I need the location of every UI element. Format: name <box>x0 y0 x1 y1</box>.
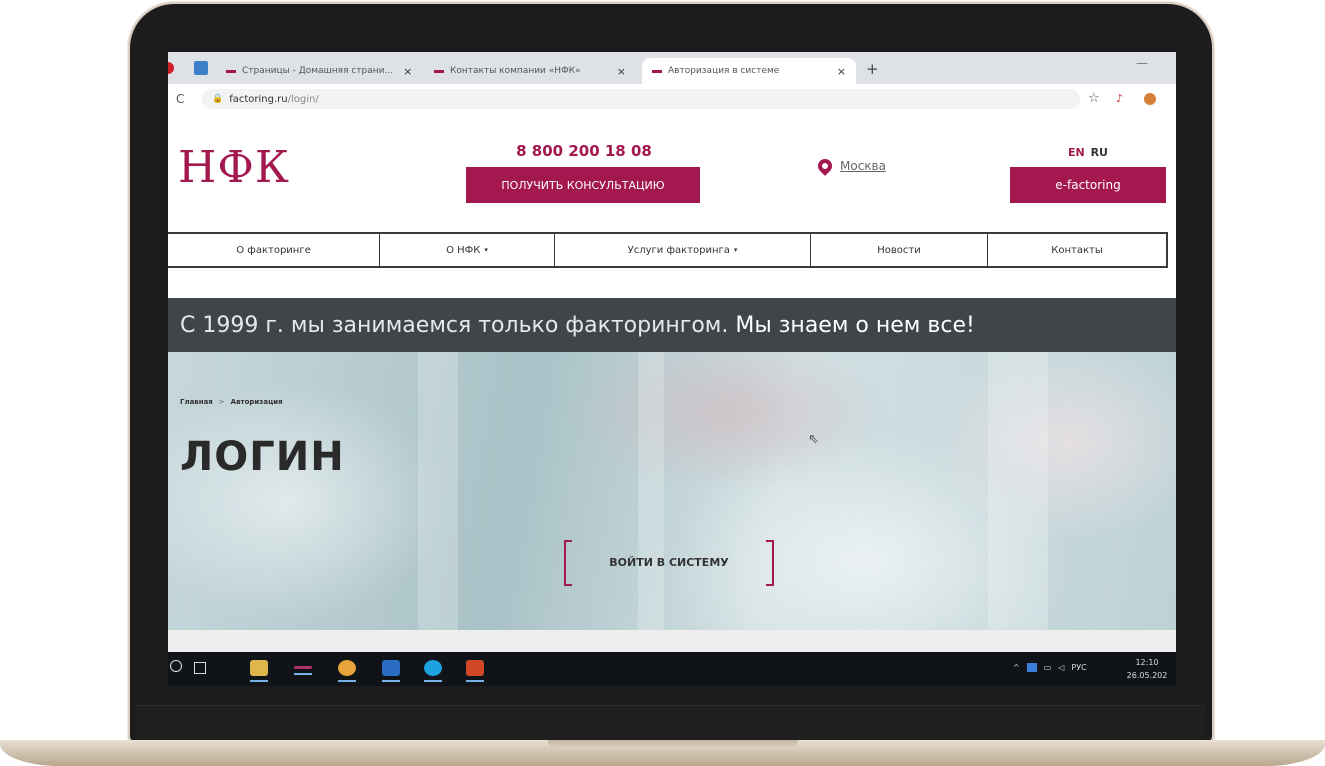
main-nav: О факторинге О НФК ▾ Услуги факторинга ▾… <box>168 232 1168 268</box>
chevron-down-icon: ▾ <box>733 246 738 254</box>
powerpoint-icon[interactable] <box>466 660 484 682</box>
breadcrumb-separator: > <box>218 398 225 406</box>
keyboard-language[interactable]: РУС <box>1071 663 1086 672</box>
tab-close-icon[interactable]: × <box>393 65 412 78</box>
outlook-icon[interactable] <box>382 660 400 682</box>
hero-background <box>988 352 1048 630</box>
hero-background <box>638 352 664 630</box>
browser-tab-contacts[interactable]: Контакты компании «НФК» × <box>424 58 636 84</box>
tab-title: Контакты компании «НФК» <box>450 66 581 76</box>
lang-en[interactable]: EN <box>1068 146 1085 159</box>
nav-label: О факторинге <box>236 244 311 256</box>
page-title: ЛОГИН <box>180 434 345 480</box>
tray-expand-icon[interactable]: ^ <box>1013 663 1020 672</box>
login-button[interactable]: ВОЙТИ В СИСТЕМУ <box>564 540 774 586</box>
nav-item-news[interactable]: Новости <box>811 234 988 266</box>
browser-tab-pages[interactable]: Страницы - Домашняя страни... × <box>216 58 414 84</box>
nav-label: Новости <box>877 244 921 256</box>
reload-icon[interactable]: C <box>176 92 184 106</box>
tab-favicon-icon <box>434 69 444 73</box>
tab-close-icon[interactable]: × <box>827 65 846 78</box>
city-link[interactable]: Москва <box>840 159 886 173</box>
browser-addressbar: C 🔒 factoring.ru/login/ ☆ ♪ <box>168 84 1176 115</box>
breadcrumb: Главная > Авторизация <box>180 398 283 406</box>
efactoring-button[interactable]: e-factoring <box>1010 167 1166 203</box>
phone-number[interactable]: 8 800 200 18 08 <box>468 142 700 160</box>
volume-icon[interactable]: ◁ <box>1058 663 1064 672</box>
nav-item-about-factoring[interactable]: О факторинге <box>168 234 380 266</box>
clock-date: 26.05.202 <box>1126 671 1168 680</box>
file-explorer-icon[interactable] <box>250 660 268 682</box>
city-selector[interactable]: Москва <box>815 156 886 176</box>
os-taskbar: ^ ▭ ◁ РУС 12:10 26.05.202 <box>168 652 1176 686</box>
tab-favicon-icon <box>652 69 662 73</box>
laptop-notch <box>548 740 798 749</box>
taskbar-search-icon[interactable] <box>170 660 182 672</box>
lang-ru[interactable]: RU <box>1091 146 1108 159</box>
slogan-text: С 1999 г. мы занимаемся только факторинг… <box>180 312 729 338</box>
extension-icon[interactable]: ♪ <box>1116 92 1123 105</box>
nav-label: Контакты <box>1051 244 1103 256</box>
site-header: НФК 8 800 200 18 08 ПОЛУЧИТЬ КОНСУЛЬТАЦИ… <box>168 114 1176 229</box>
task-view-icon[interactable] <box>194 662 206 674</box>
url-host: factoring.ru <box>229 93 288 105</box>
tab-close-icon[interactable]: × <box>607 65 626 78</box>
mouse-cursor-icon: ⇖ <box>808 432 819 447</box>
page-footer-strip <box>168 630 1176 652</box>
tab-title: Страницы - Домашняя страни... <box>242 66 394 76</box>
skype-icon[interactable] <box>424 660 442 682</box>
chrome-icon[interactable] <box>338 660 356 682</box>
location-pin-icon <box>815 156 835 176</box>
browser-tab-login[interactable]: Авторизация в системе × <box>642 58 856 84</box>
breadcrumb-home[interactable]: Главная <box>180 398 213 406</box>
nav-label: О НФК <box>446 244 481 256</box>
window-minimize-button[interactable]: — <box>1136 56 1148 70</box>
hero-background <box>418 352 458 630</box>
nav-item-contacts[interactable]: Контакты <box>988 234 1166 266</box>
profile-avatar[interactable] <box>1144 93 1156 105</box>
new-tab-button[interactable]: + <box>866 60 879 78</box>
clock-time: 12:10 <box>1135 658 1159 667</box>
lock-icon: 🔒 <box>212 94 224 104</box>
breadcrumb-current: Авторизация <box>230 398 283 406</box>
bookmark-star-icon[interactable]: ☆ <box>1088 91 1100 106</box>
tab-title: Авторизация в системе <box>668 66 780 76</box>
taskbar-clock[interactable]: 12:10 26.05.202 <box>1120 656 1174 682</box>
system-tray: ^ ▭ ◁ РУС <box>1013 663 1087 672</box>
tab-favicon-icon <box>226 69 236 73</box>
network-icon[interactable]: ▭ <box>1044 663 1052 672</box>
language-switch: EN RU <box>1010 146 1166 159</box>
chevron-down-icon: ▾ <box>484 246 488 254</box>
tray-app-icon[interactable] <box>1026 663 1037 672</box>
laptop-chin <box>136 705 1206 742</box>
hero-section: Главная > Авторизация ЛОГИН ⇖ ВОЙТИ В СИСТ… <box>168 352 1176 630</box>
url-path: /login/ <box>287 93 319 105</box>
nav-item-about-nfk[interactable]: О НФК ▾ <box>380 234 555 266</box>
app-icon[interactable] <box>168 62 174 74</box>
tab-search-icon[interactable] <box>194 61 208 75</box>
slogan-band: С 1999 г. мы занимаемся только факторинг… <box>168 298 1176 352</box>
nav-label: Услуги факторинга <box>627 244 730 256</box>
nav-item-services[interactable]: Услуги факторинга ▾ <box>555 234 811 266</box>
browser-tabbar: Страницы - Домашняя страни... × Контакты… <box>168 52 1176 84</box>
consultation-button[interactable]: ПОЛУЧИТЬ КОНСУЛЬТАЦИЮ <box>466 167 700 203</box>
url-input[interactable]: 🔒 factoring.ru/login/ <box>202 89 1080 109</box>
site-logo[interactable]: НФК <box>178 142 290 193</box>
screen: Страницы - Домашняя страни... × Контакты… <box>168 52 1176 652</box>
taskbar-app-icon[interactable] <box>294 666 312 675</box>
slogan-highlight: Мы знаем о нем все! <box>735 312 975 338</box>
